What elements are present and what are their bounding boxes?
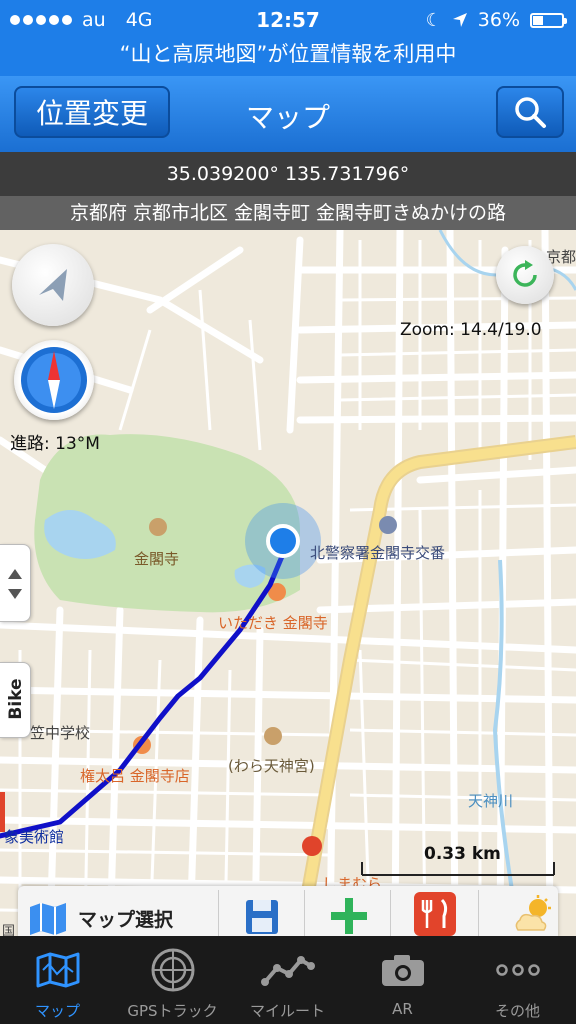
refresh-icon	[513, 260, 537, 287]
save-button[interactable]	[244, 896, 280, 940]
weather-icon	[515, 895, 551, 931]
map-label-idaki: いただき 金閣寺	[218, 614, 328, 632]
map-label-school: 笠中学校	[30, 724, 91, 742]
weather-button[interactable]	[512, 894, 556, 938]
compass-button[interactable]	[14, 340, 94, 420]
map-label-tenjin-river: 天神川	[468, 792, 514, 810]
coordinates-display: 35.039200° 135.731796°	[0, 152, 576, 196]
map-select-icon	[30, 903, 66, 935]
current-location-dot	[266, 524, 300, 558]
tab-gps-track[interactable]: GPSトラック	[115, 936, 230, 1024]
fork-knife-icon	[414, 892, 456, 936]
zoom-level: Zoom: 14.4/19.0	[400, 320, 542, 340]
bike-mode-tab[interactable]: Bike	[0, 662, 31, 738]
save-icon	[246, 900, 278, 934]
plus-icon	[331, 898, 367, 934]
bike-tab-label: Bike	[6, 678, 26, 720]
tab-gps-track-label: GPSトラック	[127, 1002, 218, 1020]
camera-icon	[381, 955, 424, 986]
temple-icon[interactable]	[149, 518, 167, 536]
tab-ar[interactable]: AR	[345, 936, 460, 1024]
map-label-museum: 象美術館	[4, 828, 65, 846]
map-icon	[36, 952, 79, 988]
map-label-police: 北警察署金閣寺交番	[310, 544, 446, 562]
refresh-button[interactable]	[496, 246, 554, 304]
battery-percent: 36%	[477, 9, 520, 31]
fast-food-icon[interactable]	[302, 836, 322, 856]
gps-track-icon	[151, 948, 194, 992]
map-label-waraten: (わら天神宮)	[228, 757, 315, 775]
tab-ar-label: AR	[392, 1000, 413, 1018]
shrine-icon[interactable]	[264, 727, 282, 745]
map-select-label: マップ選択	[78, 908, 174, 931]
restaurant-filter-button[interactable]	[414, 892, 456, 940]
up-down-arrows-icon	[8, 569, 22, 599]
location-arrow-icon	[452, 13, 467, 27]
tab-more[interactable]: その他	[460, 936, 575, 1024]
tab-map-label: マップ	[34, 1002, 80, 1020]
police-icon[interactable]	[379, 516, 397, 534]
map-view[interactable]: 金閣寺 北警察署金閣寺交番 いただき 金閣寺 笠中学校 権太呂 金閣寺店 (わら…	[0, 230, 576, 936]
status-bar: au 4G 12:57 ☾ 36%	[0, 0, 576, 40]
battery-icon	[530, 12, 567, 28]
zoom-stepper[interactable]	[0, 544, 31, 622]
map-label-kinkakuji: 金閣寺	[134, 550, 180, 568]
address-display: 京都府 京都市北区 金閣寺町 金閣寺町きぬかけの路	[0, 196, 576, 230]
tab-map[interactable]: マップ	[0, 936, 115, 1024]
compass-icon	[21, 347, 87, 413]
add-button[interactable]	[330, 896, 368, 938]
map-select-button[interactable]: マップ選択	[28, 896, 218, 940]
my-route-icon	[260, 956, 315, 986]
location-in-use-banner[interactable]: “山と高原地図”が位置情報を利用中	[0, 40, 576, 76]
nav-bar: 位置変更 マップ	[0, 76, 576, 152]
tab-my-route[interactable]: マイルート	[230, 936, 345, 1024]
map-label-gontaro: 権太呂 金閣寺店	[80, 767, 190, 785]
tab-bar: マップ GPSトラック マイルート AR その他	[0, 936, 576, 1024]
page-title: マップ	[245, 101, 330, 134]
navigation-arrow-icon	[39, 269, 67, 301]
tab-more-label: その他	[494, 1002, 540, 1020]
location-tracking-button[interactable]	[12, 244, 94, 326]
tab-my-route-label: マイルート	[249, 1002, 325, 1020]
moon-icon: ☾	[425, 9, 442, 31]
search-button[interactable]	[496, 86, 564, 138]
scale-label: 0.33 km	[424, 844, 501, 864]
map-toolbar: マップ選択	[18, 886, 558, 938]
map-label-koku: 国	[2, 924, 16, 936]
more-icon	[495, 964, 540, 976]
search-icon	[515, 97, 546, 128]
heading-readout: 進路: 13°M	[10, 434, 100, 454]
